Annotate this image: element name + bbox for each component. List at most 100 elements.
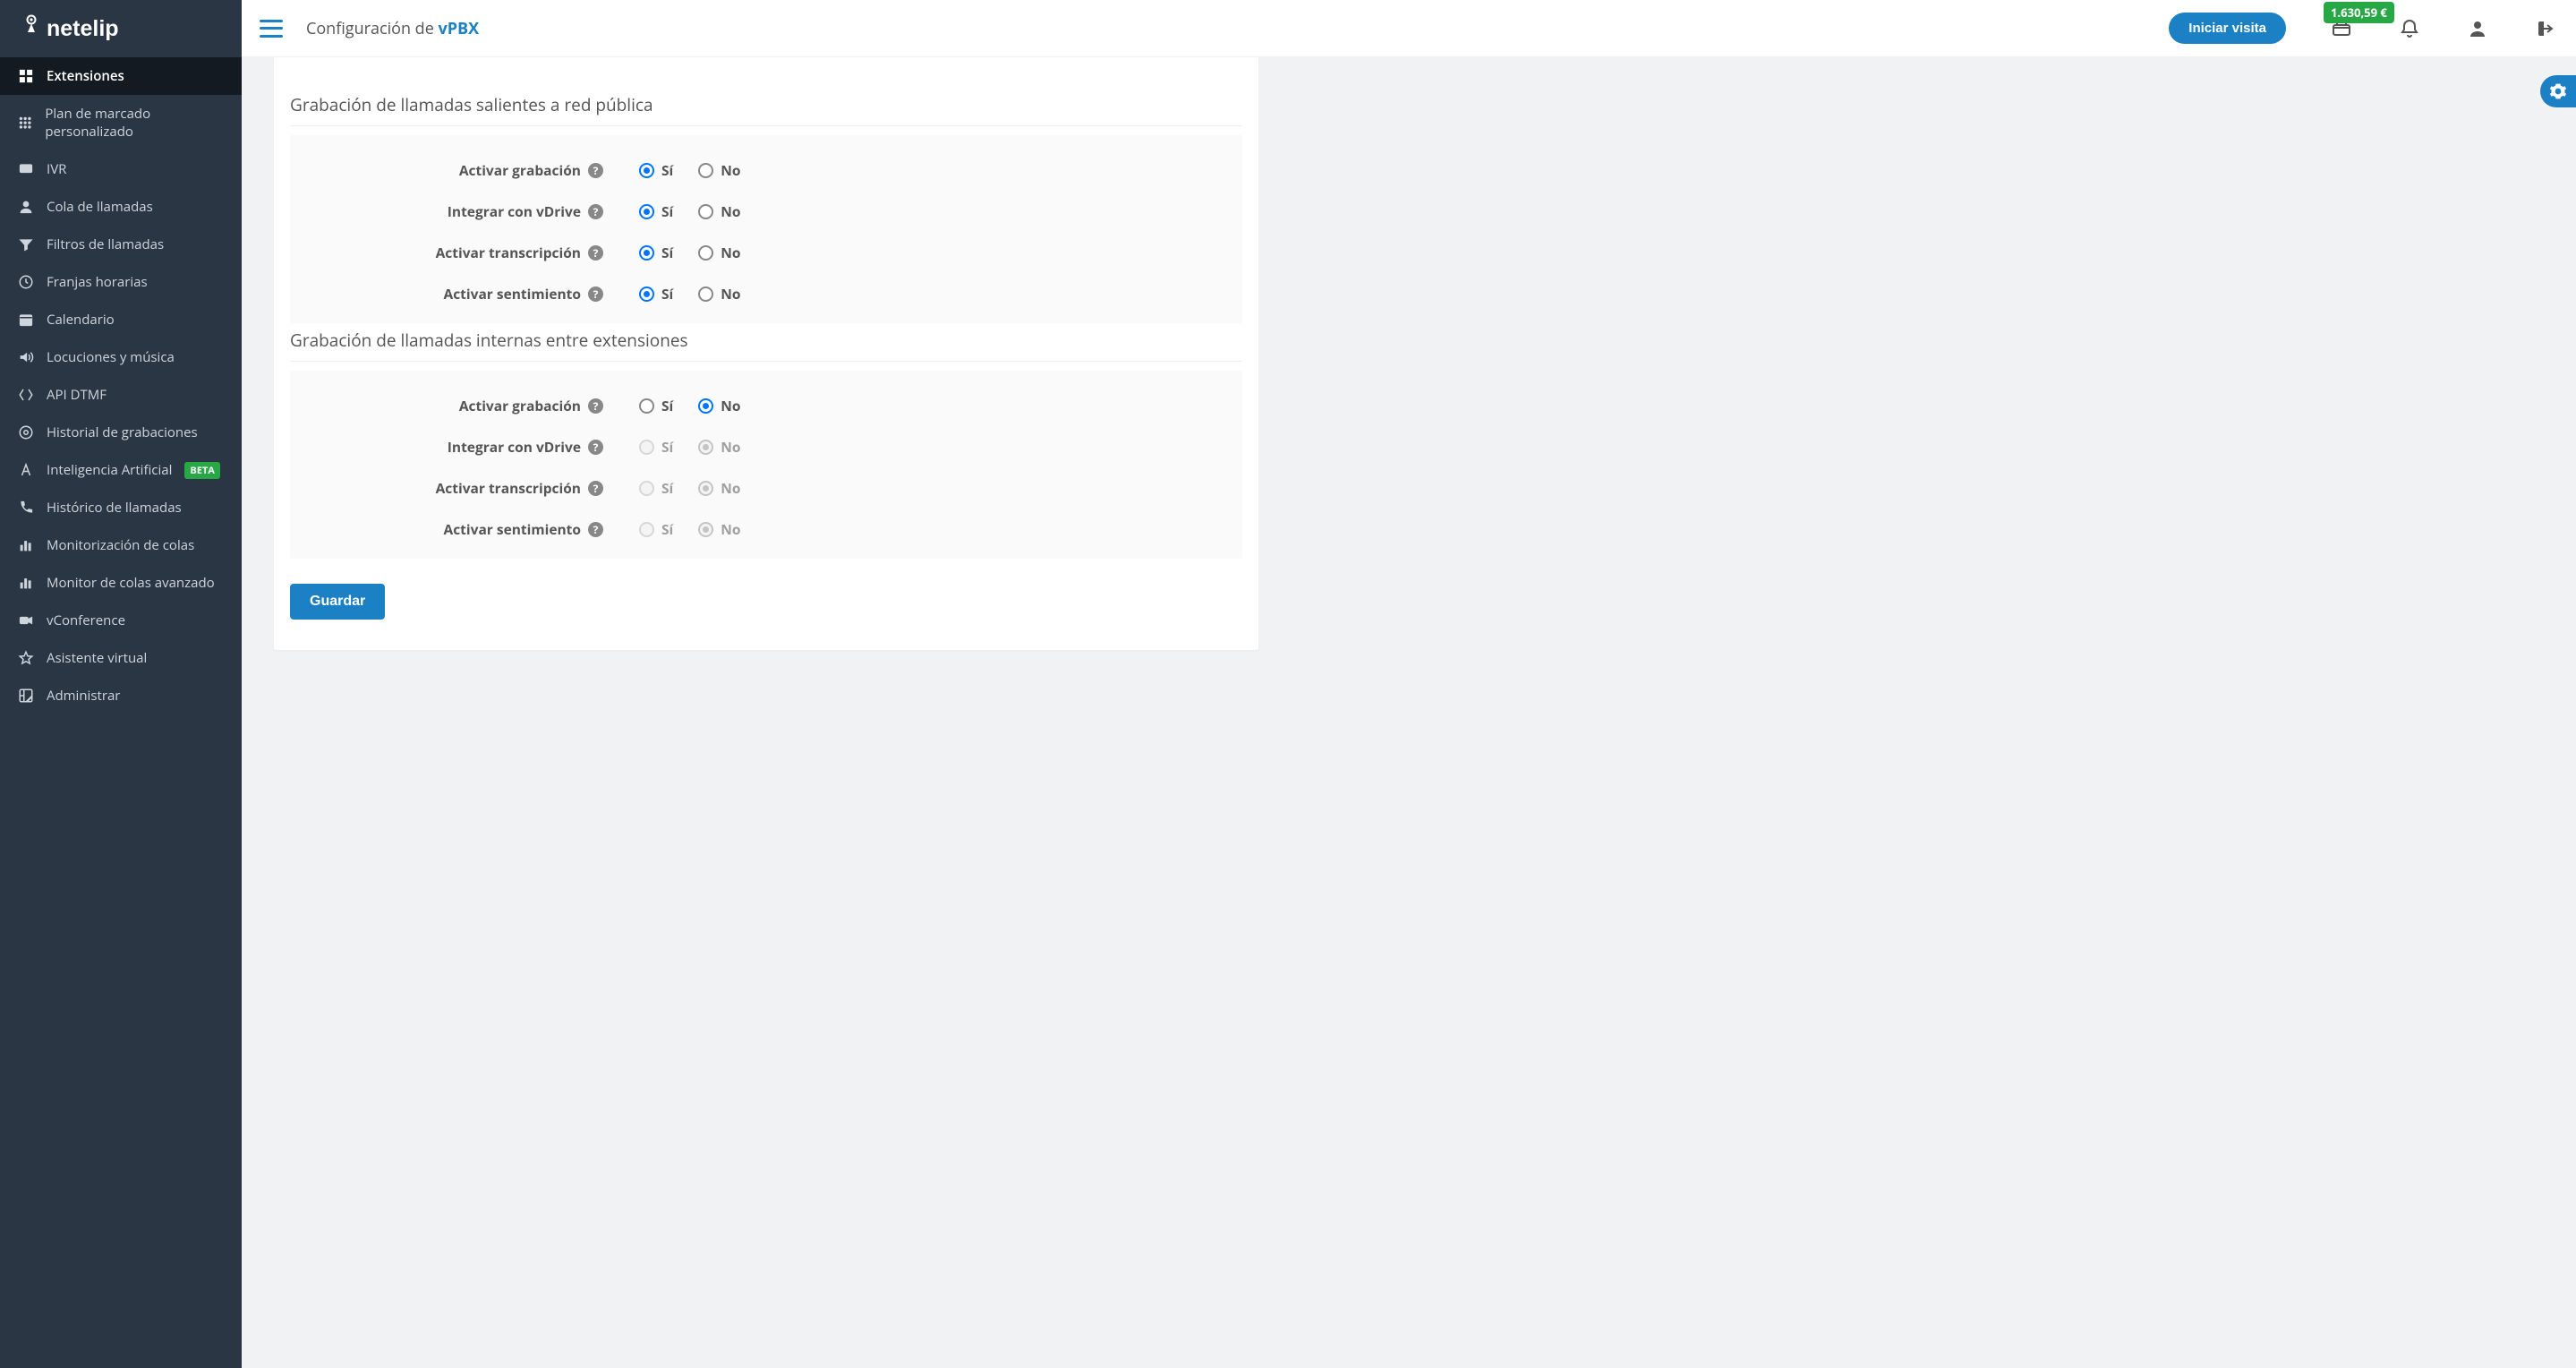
sidebar-item-video[interactable]: vConference	[0, 602, 242, 639]
sidebar: netelip Extensiones Plan de marcado perso…	[0, 0, 242, 1368]
sidebar-item-dialplan[interactable]: Plan de marcado personalizado	[0, 95, 242, 150]
balance-value: 1.630,59 €	[2324, 2, 2394, 23]
balance-indicator[interactable]: 1.630,59 €	[2329, 16, 2354, 41]
clock-icon	[18, 274, 34, 290]
radio-no[interactable]: No	[698, 243, 740, 262]
settings-panel: Grabación de llamadas salientes a red pú…	[274, 57, 1258, 650]
help-icon[interactable]: ?	[588, 522, 603, 537]
sidebar-item-admin[interactable]: Administrar	[0, 677, 242, 714]
help-icon[interactable]: ?	[588, 398, 603, 414]
sidebar-item-filter[interactable]: Filtros de llamadas	[0, 226, 242, 263]
form-row: Integrar con vDrive? Sí No	[290, 180, 1242, 221]
video-icon	[18, 612, 34, 628]
svg-text:netelip: netelip	[47, 16, 119, 41]
radio-no-label: No	[721, 478, 740, 498]
dialplan-icon	[18, 115, 32, 131]
radio-no-label: No	[721, 160, 740, 180]
sidebar-item-ivr[interactable]: IVR	[0, 150, 242, 188]
form-row: Activar grabación? Sí No	[290, 139, 1242, 180]
help-icon[interactable]: ?	[588, 286, 603, 302]
radio-yes-label: Sí	[661, 160, 673, 180]
sidebar-item-queue[interactable]: Cola de llamadas	[0, 188, 242, 226]
queue-icon	[18, 199, 34, 215]
radio-yes[interactable]: Sí	[639, 396, 673, 415]
help-icon[interactable]: ?	[588, 440, 603, 455]
radio-yes[interactable]: Sí	[639, 243, 673, 262]
radio-no[interactable]: No	[698, 396, 740, 415]
radio-yes: Sí	[639, 519, 673, 539]
radio-yes[interactable]: Sí	[639, 201, 673, 221]
page-title: Configuración de vPBX	[306, 18, 479, 39]
sidebar-item-label: Plan de marcado personalizado	[45, 105, 224, 141]
sidebar-item-extensions[interactable]: Extensiones	[0, 57, 242, 95]
radio-no-label: No	[721, 396, 740, 415]
sidebar-item-label: Histórico de llamadas	[47, 499, 182, 517]
form-row: Activar sentimiento?SíNo	[290, 262, 1242, 304]
radio-no[interactable]: No	[698, 160, 740, 180]
sidebar-item-history[interactable]: Historial de grabaciones	[0, 414, 242, 451]
content-scroll: Grabación de llamadas salientes a red pú…	[242, 57, 2576, 1368]
main-area: Configuración de vPBX Iniciar visita 1.6…	[242, 0, 2576, 1368]
sidebar-item-ai[interactable]: Inteligencia ArtificialBETA	[0, 451, 242, 489]
ai-icon	[18, 462, 34, 478]
section-title: Grabación de llamadas salientes a red pú…	[290, 93, 1242, 126]
notifications-icon[interactable]	[2397, 16, 2422, 41]
radio-no-label: No	[721, 519, 740, 539]
extensions-icon	[18, 68, 34, 84]
phone-icon	[18, 500, 34, 516]
sidebar-item-audio[interactable]: Locuciones y música	[0, 338, 242, 376]
radio-no[interactable]: No	[698, 201, 740, 221]
radio-yes-label: Sí	[661, 396, 673, 415]
history-icon	[18, 424, 34, 440]
save-button[interactable]: Guardar	[290, 584, 385, 620]
radio-no-label: No	[721, 437, 740, 457]
sidebar-item-bars[interactable]: Monitorización de colas	[0, 526, 242, 564]
row-label: Activar grabación?	[308, 160, 603, 180]
floating-settings-tab[interactable]	[2540, 75, 2576, 107]
radio-no: No	[698, 437, 740, 457]
row-label: Integrar con vDrive?	[308, 437, 603, 457]
form-row: Activar transcripción?SíNo	[290, 457, 1242, 498]
section-title: Grabación de llamadas internas entre ext…	[290, 329, 1242, 362]
sidebar-item-label: Asistente virtual	[47, 649, 147, 667]
radio-no-label: No	[721, 243, 740, 262]
sidebar-item-label: Extensiones	[47, 67, 124, 85]
sidebar-item-label: Franjas horarias	[47, 273, 148, 291]
start-visit-button[interactable]: Iniciar visita	[2169, 13, 2286, 44]
form-row: Activar sentimiento? Sí No	[290, 498, 1242, 539]
row-label: Activar sentimiento?	[308, 519, 603, 539]
sidebar-item-phone[interactable]: Histórico de llamadas	[0, 489, 242, 526]
calendar-icon	[18, 312, 34, 328]
star-icon	[18, 650, 34, 666]
radio-no: No	[698, 519, 740, 539]
help-icon[interactable]: ?	[588, 163, 603, 178]
radio-yes[interactable]: Sí	[639, 160, 673, 180]
radio-no[interactable]: No	[698, 284, 740, 304]
sidebar-item-star[interactable]: Asistente virtual	[0, 639, 242, 677]
bars-icon	[18, 575, 34, 591]
sidebar-item-api[interactable]: API DTMF	[0, 376, 242, 414]
radio-yes[interactable]: Sí	[639, 284, 673, 304]
help-icon[interactable]: ?	[588, 245, 603, 261]
gear-icon	[2549, 82, 2567, 100]
sidebar-item-bars[interactable]: Monitor de colas avanzado	[0, 564, 242, 602]
row-label: Integrar con vDrive?	[308, 201, 603, 221]
menu-toggle-icon[interactable]	[260, 20, 283, 38]
beta-badge: BETA	[184, 462, 220, 479]
sidebar-item-label: Monitorización de colas	[47, 536, 194, 554]
brand-logo[interactable]: netelip	[0, 0, 242, 57]
logout-icon[interactable]	[2533, 16, 2558, 41]
sidebar-item-label: vConference	[47, 611, 125, 629]
sidebar-item-clock[interactable]: Franjas horarias	[0, 263, 242, 301]
sidebar-item-calendar[interactable]: Calendario	[0, 301, 242, 338]
sidebar-item-label: Filtros de llamadas	[47, 235, 164, 253]
sidebar-item-label: Cola de llamadas	[47, 198, 153, 216]
bars-icon	[18, 537, 34, 553]
help-icon[interactable]: ?	[588, 481, 603, 496]
radio-yes: Sí	[639, 437, 673, 457]
user-icon[interactable]	[2465, 16, 2490, 41]
row-label: Activar transcripción?	[308, 243, 603, 262]
help-icon[interactable]: ?	[588, 204, 603, 219]
sidebar-nav: Extensiones Plan de marcado personalizado…	[0, 57, 242, 1368]
admin-icon	[18, 688, 34, 704]
